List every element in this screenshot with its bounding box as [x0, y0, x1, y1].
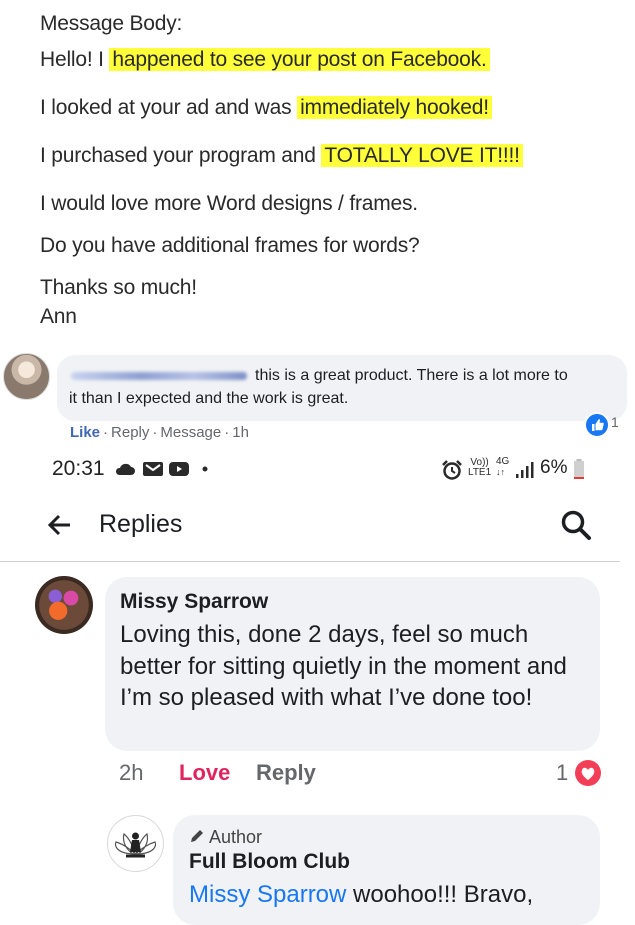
reply-bubble: Author Full Bloom Club Missy Sparrow woo…	[173, 815, 600, 925]
highlight: happened to see your post on Facebook.	[109, 48, 490, 71]
comment-time: 1h	[232, 424, 249, 441]
comment-bubble: this is a great product. There is a lot …	[57, 355, 627, 421]
reply-button[interactable]: Reply	[256, 760, 316, 786]
avatar[interactable]	[107, 815, 164, 872]
cloud-icon	[115, 463, 135, 475]
network-4g-indicator: 4G ↓↑	[496, 456, 510, 478]
reply-bubble: Missy Sparrow Loving this, done 2 days, …	[105, 577, 600, 751]
like-reaction-icon[interactable]	[584, 412, 610, 438]
email-line-1: Hello! I happened to see your post on Fa…	[40, 46, 490, 74]
highlight: immediately hooked!	[297, 96, 492, 119]
email-line-6: Thanks so much!	[40, 276, 197, 299]
love-button[interactable]: Love	[179, 760, 230, 786]
reply-author-name[interactable]: Missy Sparrow	[120, 590, 268, 614]
signal-icon	[516, 462, 534, 478]
reply-time: 2h	[119, 760, 144, 785]
battery-icon	[574, 459, 584, 479]
dot-icon	[202, 466, 208, 472]
search-icon[interactable]	[559, 508, 593, 542]
message-body-label: Message Body:	[40, 12, 183, 35]
reply-link[interactable]: Reply	[111, 424, 149, 441]
comment-text-line-1: this is a great product. There is a lot …	[255, 367, 568, 384]
header-divider	[0, 561, 620, 562]
email-line-4: I would love more Word designs / frames.	[40, 192, 418, 215]
youtube-icon	[169, 462, 189, 476]
gmail-icon	[143, 462, 163, 476]
comment-text-line-2: it than I expected and the work is great…	[69, 390, 349, 407]
blurred-commenter-name[interactable]	[71, 372, 247, 380]
like-link[interactable]: Like	[70, 424, 100, 441]
highlight: TOTALLY LOVE IT!!!!	[321, 144, 523, 167]
comment-actions: Like · Reply · Message · 1h	[70, 424, 249, 441]
reaction-count: 1	[556, 760, 569, 785]
message-link[interactable]: Message	[160, 424, 221, 441]
status-time: 20:31	[52, 457, 105, 480]
reply-text: Loving this, done 2 days, feel so much b…	[120, 621, 567, 711]
page-title: Replies	[99, 510, 183, 538]
reply-author-name[interactable]: Full Bloom Club	[189, 850, 350, 874]
battery-percentage: 6%	[540, 457, 568, 478]
alarm-icon	[442, 460, 462, 480]
email-signature: Ann	[40, 305, 77, 328]
heart-reaction-icon[interactable]	[575, 760, 601, 786]
like-count: 1	[611, 414, 619, 430]
avatar[interactable]	[3, 353, 50, 400]
avatar[interactable]	[35, 576, 93, 634]
email-line-2: I looked at your ad and was immediately …	[40, 94, 492, 122]
mention-link[interactable]: Missy Sparrow	[189, 881, 346, 908]
email-line-5: Do you have additional frames for words?	[40, 234, 420, 257]
reply-text: Missy Sparrow woohoo!!! Bravo,	[189, 881, 534, 908]
back-arrow-icon[interactable]	[46, 512, 72, 538]
author-badge: Author	[189, 827, 262, 848]
pencil-icon	[191, 830, 203, 842]
volte-indicator: Vo)) LTE1	[468, 457, 492, 478]
lotus-logo-icon	[114, 832, 157, 858]
email-line-3: I purchased your program and TOTALLY LOV…	[40, 142, 523, 170]
